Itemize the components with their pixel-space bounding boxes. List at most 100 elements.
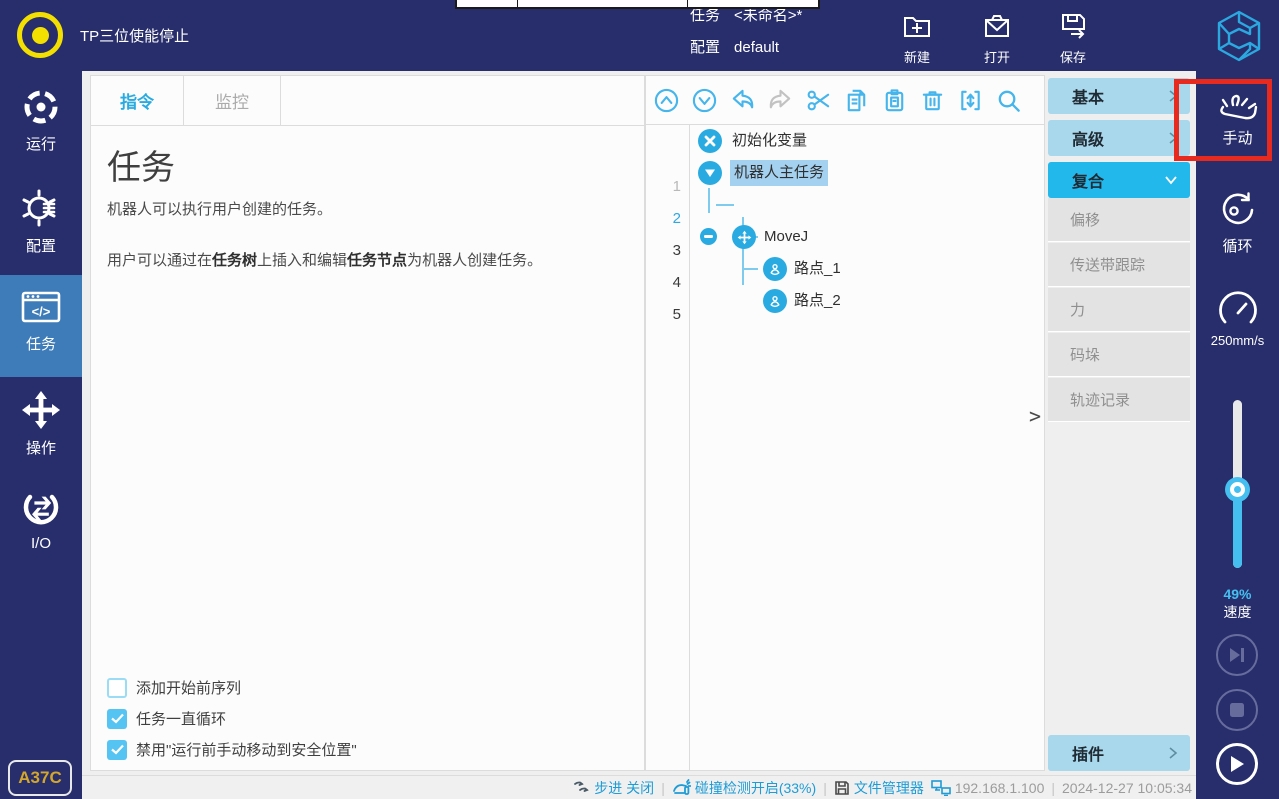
search-button[interactable] [994,86,1023,115]
sidebar-item-run[interactable]: 运行 [0,87,82,154]
play-button[interactable] [1216,743,1258,785]
speedometer-icon [1216,289,1260,329]
waypoint-icon[interactable] [763,257,787,281]
group-basic[interactable]: 基本 [1048,78,1190,114]
panel-expand-toggle[interactable]: > [1029,404,1041,428]
tab-instruction[interactable]: 指令 [91,76,184,125]
tree-node-label[interactable]: MoveJ [764,225,808,249]
open-task-button[interactable]: 打开 [965,10,1029,66]
loop-icon [1217,189,1259,231]
search-icon [995,87,1022,114]
tab-monitor[interactable]: 监控 [184,76,281,125]
network-status[interactable]: 192.168.1.100 [931,780,1045,796]
delete-button[interactable] [918,86,947,115]
step-status-icon [573,780,590,795]
collision-status[interactable]: 碰撞检测开启(33%) [672,778,816,798]
task-label: 任务 [690,8,720,23]
chevron-right-icon [1168,746,1178,760]
node-item-conveyor-tracking[interactable]: 传送带跟踪 [1048,243,1190,287]
sidebar-item-operate[interactable]: 操作 [0,389,82,458]
init-variable-icon[interactable] [698,129,722,153]
tree-connector [708,188,710,213]
copy-button[interactable] [842,86,871,115]
loop-mode-button[interactable]: 循环 [1196,189,1279,256]
enable-status-icon [17,12,63,58]
save-task-button[interactable]: 保存 [1041,10,1105,66]
speed-slider-thumb[interactable] [1225,477,1250,502]
main-body: 任务 机器人可以执行用户创建的任务。 用户可以通过在任务树上插入和编辑任务节点为… [91,126,644,290]
checkbox-task-loop[interactable]: 任务一直循环 [107,708,357,729]
brand-cube-logo [1212,8,1266,69]
sidebar-item-io[interactable]: I/O [0,487,82,552]
manual-mode-button[interactable]: 手动 [1196,89,1279,148]
line-number: 4 [651,274,681,291]
task-tree: 初始化变量 机器人主任务 MoveJ 路点_1 路点_2 [690,125,1044,770]
group-advanced[interactable]: 高级 [1048,120,1190,156]
step-forward-button[interactable] [1216,634,1258,676]
checkbox-checked-icon[interactable] [107,740,127,760]
checkbox-disable-move-to-safe[interactable]: 禁用"运行前手动移动到安全位置" [107,739,357,760]
tree-node-label[interactable]: 路点_1 [794,257,841,281]
page-title: 任务 [107,140,628,189]
task-options: 添加开始前序列 任务一直循环 禁用"运行前手动移动到安全位置" [107,667,357,760]
file-manager-link[interactable]: 文件管理器 [834,778,924,798]
node-item-offset[interactable]: 偏移 [1048,198,1190,242]
node-item-force[interactable]: 力 [1048,288,1190,332]
status-badge: A37C [8,760,72,796]
collision-detect-icon [672,779,691,796]
group-plugin[interactable]: 插件 [1048,735,1190,771]
line-number: 1 [651,178,681,195]
new-folder-icon [901,10,933,42]
step-forward-icon [1228,647,1246,663]
waypoint-icon[interactable] [763,289,787,313]
checkbox-add-pre-sequence[interactable]: 添加开始前序列 [107,677,357,698]
task-code-icon: </> [19,287,63,327]
checkbox-unchecked-icon[interactable] [107,678,127,698]
delete-icon [919,87,946,114]
cut-button[interactable] [804,86,833,115]
undo-button[interactable] [728,86,757,115]
collapse-minus-icon[interactable] [700,228,717,245]
group-compound[interactable]: 复合 [1048,162,1190,198]
move-up-icon [653,87,680,114]
stop-button[interactable] [1216,689,1258,731]
copy-icon [843,87,870,114]
new-task-button[interactable]: 新建 [885,10,949,66]
speed-limit-indicator[interactable]: 250mm/s [1196,289,1279,348]
manual-hand-icon [1216,89,1260,123]
teach-pendant-app: TP三位使能停止 任务 <未命名>* 配置 default 新建 打开 保存 [0,0,1279,799]
node-item-palletizing[interactable]: 码垛 [1048,333,1190,377]
task-description-2: 用户可以通过在任务树上插入和编辑任务节点为机器人创建任务。 [107,250,628,273]
sidebar-item-config[interactable]: 配置 [0,187,82,256]
undo-icon [729,87,756,114]
move-down-button[interactable] [690,86,719,115]
paste-icon [881,87,908,114]
tree-connector [742,268,758,270]
tree-node-label[interactable]: 路点_2 [794,289,841,313]
insert-node-button[interactable] [956,86,985,115]
tree-connector [716,204,734,206]
node-item-trajectory-record[interactable]: 轨迹记录 [1048,378,1190,422]
node-library-panel: 基本 高级 复合 偏移 传送带跟踪 力 码垛 轨迹记录 插件 [1048,75,1190,771]
run-icon [21,87,61,127]
tree-toolbar [646,76,1044,125]
tree-node-label[interactable]: 初始化变量 [732,129,807,153]
movej-icon[interactable] [732,225,756,249]
checkbox-checked-icon[interactable] [107,709,127,729]
sidebar-item-task[interactable]: </> 任务 [0,287,82,354]
chevron-right-icon [1168,89,1178,103]
task-tree-panel: 1 2 3 4 5 初始化变量 机器人主任务 MoveJ 路点_1 [645,75,1045,771]
io-icon [20,487,62,529]
chevron-right-icon [1168,131,1178,145]
line-number: 2 [651,210,681,227]
speed-slider[interactable] [1233,400,1242,568]
expand-triangle-icon[interactable] [698,161,722,185]
jog-arrows-icon [20,389,62,431]
redo-button[interactable] [766,86,795,115]
move-up-button[interactable] [652,86,681,115]
speed-label: 速度 [1196,602,1279,622]
paste-button[interactable] [880,86,909,115]
step-status[interactable]: 步进 关闭 [573,778,654,798]
tree-line-gutter: 1 2 3 4 5 [646,125,690,770]
tree-node-label-selected[interactable]: 机器人主任务 [730,160,828,186]
